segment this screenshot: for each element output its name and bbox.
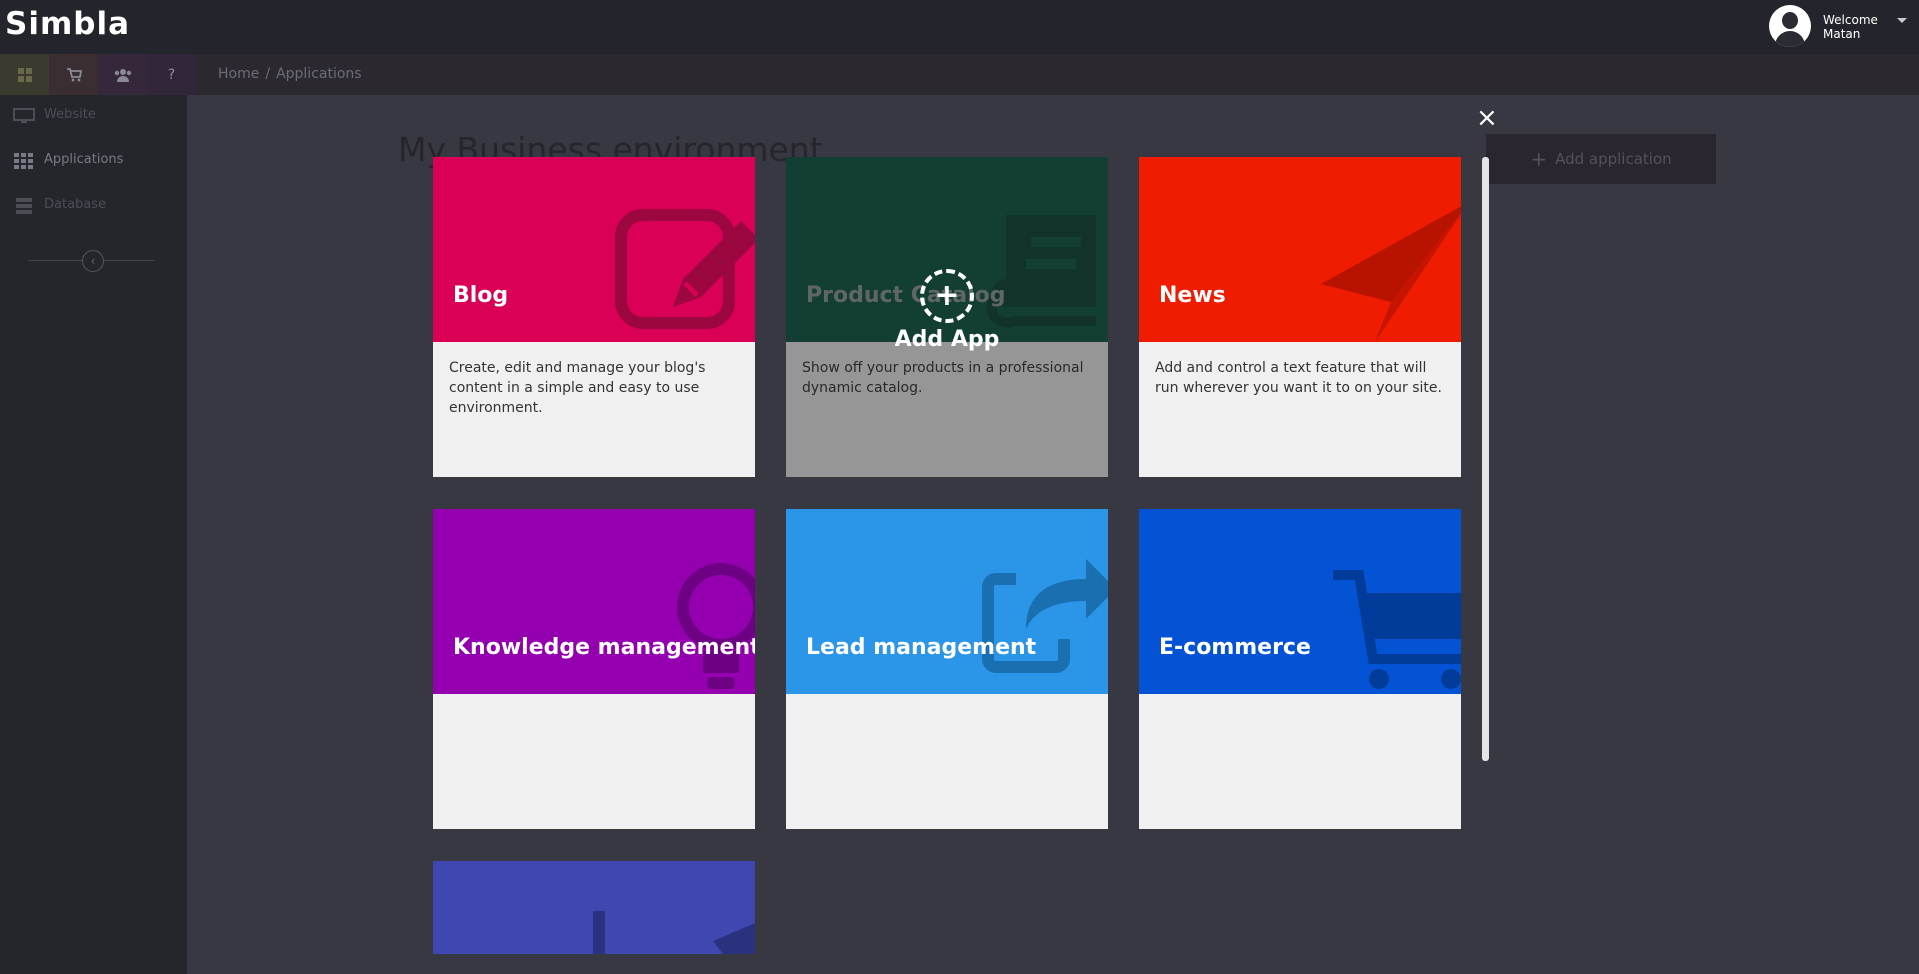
add-application-button[interactable]: + Add application (1486, 134, 1716, 184)
add-app-icon: + (920, 269, 974, 323)
app-card-name: Lead management (806, 635, 1037, 660)
app-card-header: Lead management (786, 509, 1108, 694)
avatar[interactable] (1769, 5, 1811, 47)
pencil-icon (615, 209, 755, 329)
welcome-text: Welcome Matan (1823, 13, 1878, 41)
plus-icon: + (934, 278, 960, 313)
add-application-label: Add application (1555, 150, 1672, 168)
simbla-logo[interactable]: Simbla (5, 6, 130, 42)
sidebar-item-applications[interactable]: Applications (0, 140, 187, 182)
add-app-action[interactable]: + Add App (786, 269, 1108, 352)
breadcrumb-separator: / (265, 66, 271, 82)
app-card-header: E-commerce (1139, 509, 1461, 694)
sidebar-item-website[interactable]: Website (0, 95, 187, 137)
paper-plane-icon (1321, 206, 1461, 342)
app-card-blog[interactable]: Blog Create, edit and manage your blog's… (433, 157, 755, 477)
close-icon[interactable]: × (1476, 103, 1498, 133)
app-card-header (433, 861, 755, 954)
app-card-description: Create, edit and manage your blog's cont… (449, 360, 706, 416)
app-card-knowledge-management[interactable]: Knowledge management (433, 509, 755, 829)
grid-icon (14, 153, 33, 169)
users-icon[interactable] (98, 54, 147, 95)
help-icon[interactable]: ? (147, 54, 196, 95)
sidebar-item-database[interactable]: Database (0, 185, 187, 227)
modal-scrollbar[interactable] (1482, 157, 1489, 761)
user-menu[interactable]: Welcome Matan (1769, 0, 1919, 54)
app-card-news[interactable]: News Add and control a text feature that… (1139, 157, 1461, 477)
sidebar-item-label: Website (44, 107, 96, 122)
app-card-lead-management[interactable]: Lead management (786, 509, 1108, 829)
user-name: Matan (1823, 27, 1861, 41)
top-bar: Simbla Welcome Matan (0, 0, 1919, 54)
app-card-product-catalog[interactable]: Product Catalog Show off your products i… (786, 157, 1108, 477)
sidebar: Website Applications Database ‹ (0, 95, 187, 974)
monitor-icon (13, 108, 35, 123)
breadcrumb: Home / Applications (218, 66, 362, 82)
plus-icon: + (1530, 147, 1548, 171)
breadcrumb-current: Applications (276, 66, 362, 82)
sidebar-item-label: Applications (44, 152, 124, 167)
app-card-name: E-commerce (1159, 635, 1311, 660)
app-card-name: Knowledge management (453, 635, 755, 660)
app-card-e-commerce[interactable]: E-commerce (1139, 509, 1461, 829)
app-card-header: Knowledge management (433, 509, 755, 694)
app-card-header: Blog (433, 157, 755, 342)
app-card-name: Blog (453, 283, 509, 308)
add-app-label: Add App (894, 327, 1000, 352)
cart-icon (1333, 570, 1461, 689)
app-card-description: Add and control a text feature that will… (1155, 360, 1442, 396)
lightbulb-icon (677, 563, 755, 689)
dashboard-icon[interactable] (0, 54, 49, 95)
app-card-header: News (1139, 157, 1461, 342)
cart-icon[interactable] (49, 54, 98, 95)
chart-icon (593, 911, 755, 954)
sub-bar: ? Home / Applications (0, 54, 1919, 95)
app-card-name: News (1159, 283, 1226, 308)
sidebar-item-label: Database (44, 197, 107, 212)
database-icon (16, 198, 32, 214)
chevron-left-icon[interactable]: ‹ (82, 250, 104, 272)
breadcrumb-home[interactable]: Home (218, 66, 259, 82)
chevron-down-icon[interactable] (1897, 18, 1907, 23)
app-card-partial[interactable] (433, 861, 755, 954)
welcome-label: Welcome (1823, 13, 1878, 27)
